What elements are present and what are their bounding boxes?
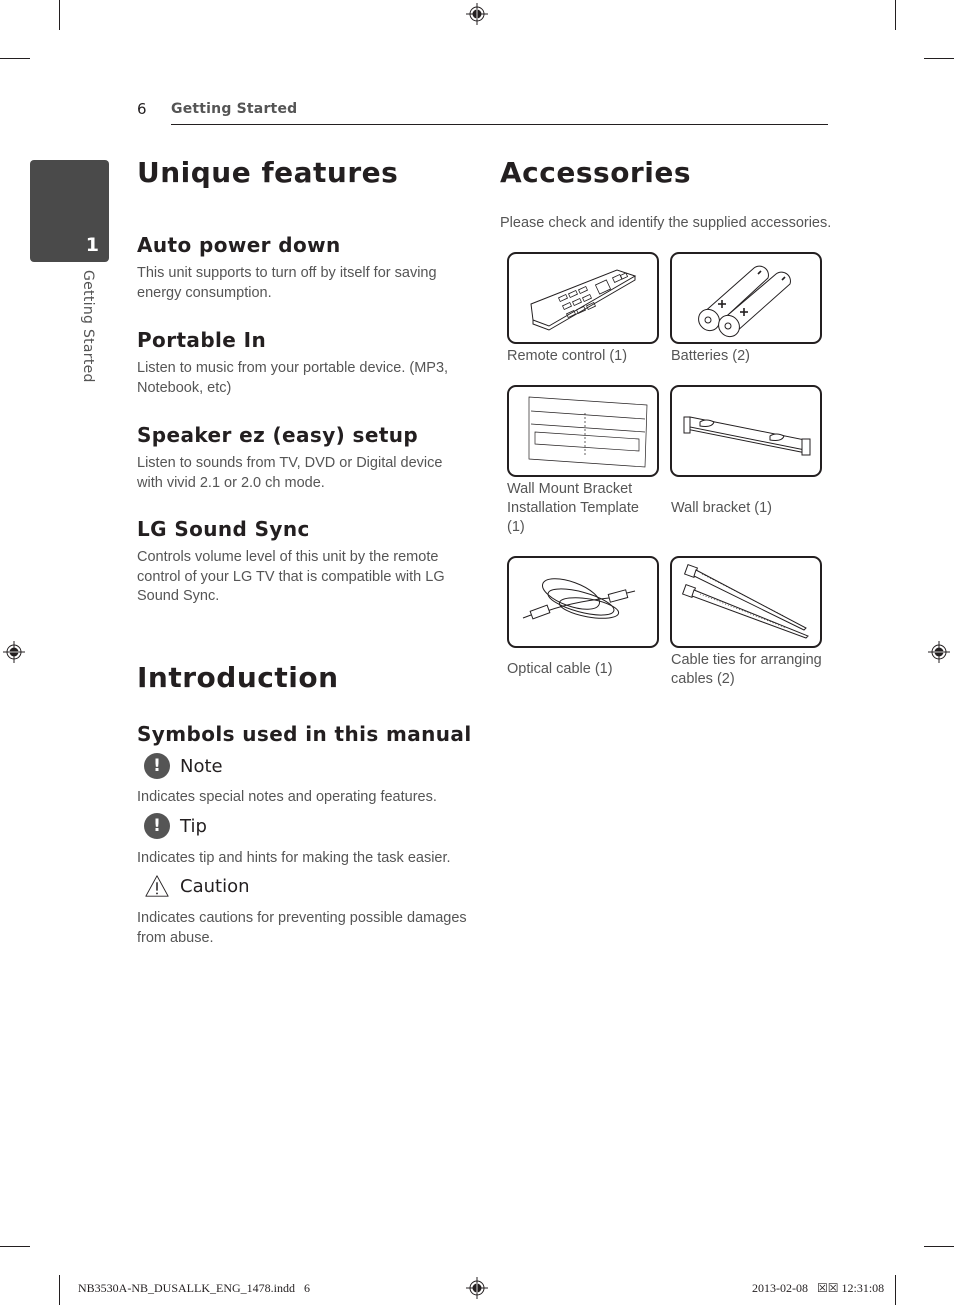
optical-cable-icon (522, 578, 636, 620)
accessory-image-optical-cable (507, 556, 659, 648)
feature-heading: Speaker ez (easy) setup (137, 423, 419, 447)
accessory-caption: Batteries (2) (671, 348, 750, 364)
symbol-label: Caution (180, 875, 250, 897)
feature-heading: Portable In (137, 328, 267, 352)
feature-text: Controls volume level of this unit by th… (137, 549, 445, 604)
accessories-intro: Please check and identify the supplied a… (500, 215, 832, 231)
crop-mark (895, 1275, 896, 1305)
unique-features-title: Unique features (137, 156, 399, 189)
crop-mark (0, 1246, 30, 1247)
warning-triangle-icon (144, 873, 170, 899)
crop-mark (0, 58, 30, 59)
accessory-caption: Wall bracket (1) (671, 500, 772, 516)
symbol-note: ! Note (144, 753, 223, 779)
accessory-image-batteries (670, 252, 822, 344)
chapter-tab: 1 (30, 160, 109, 262)
remote-control-icon (530, 269, 637, 331)
feature-text: Listen to music from your portable devic… (137, 360, 449, 396)
chapter-label: Getting Started (80, 270, 96, 383)
cable-ties-icon (681, 563, 809, 639)
symbol-label: Note (180, 755, 223, 777)
registration-mark-icon (3, 641, 25, 663)
feature-heading: LG Sound Sync (137, 517, 310, 541)
accessory-image-cable-ties (670, 556, 822, 648)
accessory-image-template (507, 385, 659, 477)
chapter-number: 1 (85, 234, 99, 256)
feature-text: This unit supports to turn off by itself… (137, 265, 437, 301)
accessory-caption: Cable ties for arranging cables (2) (671, 652, 822, 687)
crop-mark (895, 0, 896, 30)
registration-mark-icon (466, 1277, 488, 1299)
print-timestamp: 2013-02-08 ☒☒ 12:31:08 (752, 1281, 885, 1295)
exclamation-circle-icon: ! (144, 813, 170, 839)
header-rule (171, 124, 828, 125)
running-header-title: Getting Started (171, 101, 298, 117)
file-slug: NB3530A-NB_DUSALLK_ENG_1478.indd 6 (78, 1281, 310, 1295)
wall-mount-template-icon (528, 396, 648, 468)
accessory-caption: Optical cable (1) (507, 661, 613, 677)
crop-mark (59, 1275, 60, 1305)
batteries-icon (698, 265, 791, 338)
symbol-label: Tip (180, 815, 207, 837)
accessory-image-remote (507, 252, 659, 344)
crop-mark (924, 58, 954, 59)
symbols-subtitle: Symbols used in this manual (137, 722, 472, 746)
symbol-text: Indicates cautions for preventing possib… (137, 910, 467, 946)
registration-mark-icon (466, 3, 488, 25)
registration-mark-icon (928, 641, 950, 663)
accessory-caption: Wall Mount Bracket Installation Template… (507, 481, 639, 535)
page-number: 6 (137, 100, 147, 118)
symbol-caution: Caution (144, 873, 250, 899)
crop-mark (924, 1246, 954, 1247)
symbol-tip: ! Tip (144, 813, 207, 839)
crop-mark (59, 0, 60, 30)
exclamation-circle-icon: ! (144, 753, 170, 779)
introduction-title: Introduction (137, 661, 339, 694)
accessories-title: Accessories (500, 156, 691, 189)
symbol-text: Indicates tip and hints for making the t… (137, 850, 451, 866)
accessory-caption: Remote control (1) (507, 348, 628, 364)
wall-bracket-icon (683, 416, 811, 456)
accessory-image-wall-bracket (670, 385, 822, 477)
symbol-text: Indicates special notes and operating fe… (137, 789, 437, 805)
feature-text: Listen to sounds from TV, DVD or Digital… (137, 455, 443, 491)
feature-heading: Auto power down (137, 233, 341, 257)
